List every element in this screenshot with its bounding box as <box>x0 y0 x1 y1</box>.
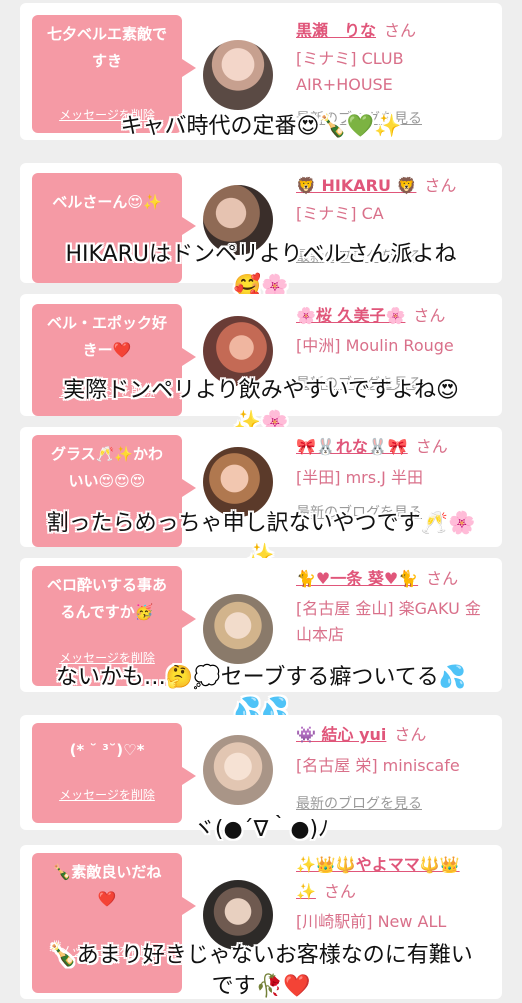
message-text: 七夕ベルエ素敵ですき <box>47 25 168 70</box>
shop-name: [名古屋 金山] 楽GAKU 金山本店 <box>296 599 481 644</box>
message-text: (* ˘ ³˘)♡* <box>69 741 145 759</box>
shop-name: [名古屋 栄] miniscafe <box>296 756 460 775</box>
shop-name: [ミナミ] CLUB AIR+HOUSE <box>296 49 404 94</box>
message-text: ベル・エポック好きー❤️ <box>47 314 168 359</box>
message-text: グラス🥂✨かわいい😍😍😍 <box>50 445 164 490</box>
cast-name[interactable]: 黒瀬 りな さん <box>296 19 496 43</box>
avatar[interactable] <box>203 40 273 110</box>
cast-name[interactable]: 🎀🐰れな🐰🎀 さん <box>296 435 496 459</box>
honorific: さん <box>424 176 457 195</box>
shop-name: [中洲] Moulin Rouge <box>296 336 454 355</box>
caption: 実際ドンペリより飲みやすいですよね😍 <box>63 378 459 403</box>
honorific: さん <box>413 306 446 325</box>
honorific: さん <box>384 21 417 40</box>
message-card: (* ˘ ³˘)♡* メッセージを削除 👾 結心 yui さん [名古屋 栄] m… <box>20 715 502 830</box>
message-text: ベロ酔いする事あるんですか🥳 <box>46 576 167 621</box>
honorific: さん <box>323 882 356 901</box>
caption: 🍾あまり好きじゃないお客様なのに有難い <box>49 943 473 968</box>
latest-blog-link[interactable]: 最新のブログを見る <box>296 793 422 813</box>
cast-name-line2: ✨ さん <box>296 880 496 904</box>
caption: ヾ(●´∇｀●)ﾉ <box>192 817 330 842</box>
cast-name-text[interactable]: 🦁 HIKARU 🦁 <box>296 176 416 195</box>
honorific: さん <box>426 569 459 588</box>
cast-name[interactable]: ✨👑🔱やよママ🔱👑 <box>296 853 496 877</box>
caption: 割ったらめっちゃ申し訳ないやつです🥂🌸 <box>46 511 476 536</box>
cast-name[interactable]: 🦁 HIKARU 🦁 さん <box>296 174 496 198</box>
cast-name[interactable]: 🌸桜 久美子🌸 さん <box>296 304 496 328</box>
cast-name-text[interactable]: 👾 結心 yui <box>296 725 386 744</box>
shop-name: [半田] mrs.J 半田 <box>296 468 423 487</box>
cast-name-text[interactable]: ✨👑🔱やよママ🔱👑 <box>296 855 460 874</box>
caption: ないかも…🤔💭セーブする癖ついてる💦 <box>55 665 467 690</box>
message-text: 🍾素敵良いだね❤️ <box>52 863 162 908</box>
cast-name-text[interactable]: ✨ <box>296 882 316 901</box>
shop-name: [ミナミ] CA <box>296 204 384 223</box>
avatar[interactable] <box>203 447 273 517</box>
honorific: さん <box>415 437 448 456</box>
cast-name[interactable]: 👾 結心 yui さん <box>296 723 496 747</box>
cast-name-text[interactable]: 黒瀬 りな <box>296 21 376 40</box>
cast-name[interactable]: 🐈♥一条 葵♥🐈 さん <box>296 567 496 591</box>
avatar[interactable] <box>203 735 273 805</box>
cast-name-text[interactable]: 🐈♥一条 葵♥🐈 <box>296 569 418 588</box>
cast-name-text[interactable]: 🎀🐰れな🐰🎀 <box>296 437 408 456</box>
caption: HIKARUはドンペリよりベルさん派よね <box>65 242 457 267</box>
message-bubble: (* ˘ ³˘)♡* メッセージを削除 <box>32 723 196 823</box>
shop-name: [川崎駅前] New ALL <box>296 912 447 931</box>
honorific: さん <box>394 725 427 744</box>
avatar[interactable] <box>203 594 273 664</box>
message-text: ベルさーん😍✨ <box>52 193 162 211</box>
cast-name-text[interactable]: 🌸桜 久美子🌸 <box>296 306 405 325</box>
caption-continued: です🥀❤️ <box>211 974 311 999</box>
delete-message-link[interactable]: メッセージを削除 <box>32 787 182 803</box>
caption: キャバ時代の定番😍🍾💚✨ <box>120 114 402 139</box>
